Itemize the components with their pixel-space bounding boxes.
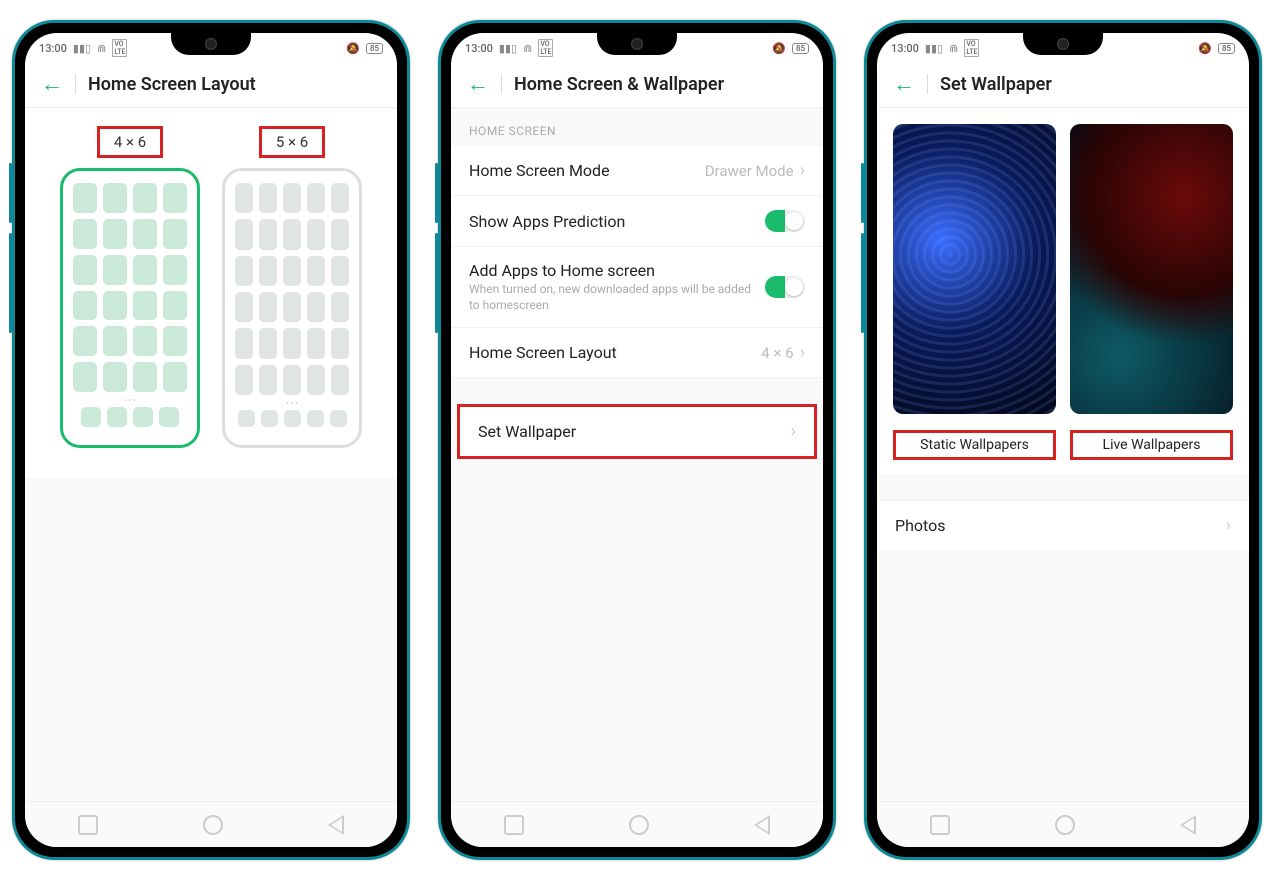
row-photos[interactable]: Photos › [877,500,1249,550]
row-add-apps-to-home[interactable]: Add Apps to Home screen When turned on, … [451,247,823,328]
mute-icon: 🔕 [346,42,360,55]
row-home-screen-layout[interactable]: Home Screen Layout 4 × 6 › [451,328,823,378]
page-title: Set Wallpaper [940,74,1052,95]
row-label: Photos [895,516,1210,535]
phone-mockup-layout: 13:00 ▮▮▯ ⋒ VOLTE 🔕 85 ← Home Screen Lay… [12,20,410,860]
chevron-right-icon: › [1226,515,1231,536]
notch [171,33,251,55]
chevron-right-icon: › [800,160,805,181]
row-show-apps-prediction[interactable]: Show Apps Prediction [451,196,823,247]
signal-icon: ▮▮▯ [499,42,517,55]
content-area: Static Wallpapers Live Wallpapers Photos… [877,108,1249,801]
row-home-screen-mode[interactable]: Home Screen Mode Drawer Mode › [451,146,823,196]
nav-home-icon[interactable] [629,815,649,835]
nav-back-icon[interactable] [328,815,344,835]
section-header: HOME SCREEN [451,108,823,146]
notch [597,33,677,55]
phone-mockup-wallpaper: 13:00 ▮▮▯ ⋒ VOLTE 🔕 85 ← Set Wallpaper S… [864,20,1262,860]
row-label: Home Screen Layout [469,343,751,362]
wallpaper-card-static[interactable] [893,124,1056,414]
row-subtext: When turned on, new downloaded apps will… [469,282,755,313]
nav-bar [451,801,823,847]
signal-icon: ▮▮▯ [925,42,943,55]
back-icon[interactable]: ← [467,71,489,97]
chevron-right-icon: › [800,342,805,363]
row-label: Home Screen Mode [469,161,695,180]
volte-icon: VOLTE [112,39,127,57]
volte-icon: VOLTE [538,39,553,57]
layout-preview-4x6: • • • [60,168,200,448]
wifi-icon: ⋒ [949,42,958,55]
row-label: Show Apps Prediction [469,212,755,231]
back-icon[interactable]: ← [893,71,915,97]
notch [1023,33,1103,55]
status-time: 13:00 [891,42,919,55]
highlight-set-wallpaper: Set Wallpaper › [457,404,817,459]
layout-option-5x6[interactable]: 5 × 6 • • • [222,126,362,448]
wifi-icon: ⋒ [97,42,106,55]
status-time: 13:00 [39,42,67,55]
mute-icon: 🔕 [772,42,786,55]
nav-recent-icon[interactable] [504,815,524,835]
content-area: 4 × 6 • • • [25,108,397,801]
content-area: HOME SCREEN Home Screen Mode Drawer Mode… [451,108,823,801]
label-static-wallpapers: Static Wallpapers [893,430,1056,460]
title-bar: ← Home Screen Layout [25,63,397,108]
divider [927,74,928,94]
page-title: Home Screen Layout [88,74,256,95]
row-label: Set Wallpaper [478,422,775,441]
layout-option-4x6[interactable]: 4 × 6 • • • [60,126,200,448]
nav-bar [877,801,1249,847]
label-live-wallpapers: Live Wallpapers [1070,430,1233,460]
layout-preview-5x6: • • • [222,168,362,448]
nav-back-icon[interactable] [754,815,770,835]
nav-home-icon[interactable] [203,815,223,835]
volte-icon: VOLTE [964,39,979,57]
status-time: 13:00 [465,42,493,55]
battery-icon: 85 [1218,43,1235,54]
layout-label-5x6: 5 × 6 [259,126,325,158]
page-title: Home Screen & Wallpaper [514,74,724,95]
nav-bar [25,801,397,847]
nav-recent-icon[interactable] [930,815,950,835]
layout-label-4x6: 4 × 6 [97,126,163,158]
battery-icon: 85 [792,43,809,54]
battery-icon: 85 [366,43,383,54]
nav-back-icon[interactable] [1180,815,1196,835]
row-value: Drawer Mode [705,162,794,180]
divider [75,74,76,94]
row-value: 4 × 6 [761,344,793,362]
nav-recent-icon[interactable] [78,815,98,835]
title-bar: ← Home Screen & Wallpaper [451,63,823,108]
nav-home-icon[interactable] [1055,815,1075,835]
mute-icon: 🔕 [1198,42,1212,55]
toggle-switch[interactable] [765,276,805,298]
wifi-icon: ⋒ [523,42,532,55]
row-label: Add Apps to Home screen [469,261,755,280]
phone-mockup-settings: 13:00 ▮▮▯ ⋒ VOLTE 🔕 85 ← Home Screen & W… [438,20,836,860]
row-set-wallpaper[interactable]: Set Wallpaper › [460,407,814,456]
back-icon[interactable]: ← [41,71,63,97]
divider [501,74,502,94]
toggle-switch[interactable] [765,210,805,232]
title-bar: ← Set Wallpaper [877,63,1249,108]
chevron-right-icon: › [791,421,796,442]
signal-icon: ▮▮▯ [73,42,91,55]
wallpaper-card-live[interactable] [1070,124,1233,414]
